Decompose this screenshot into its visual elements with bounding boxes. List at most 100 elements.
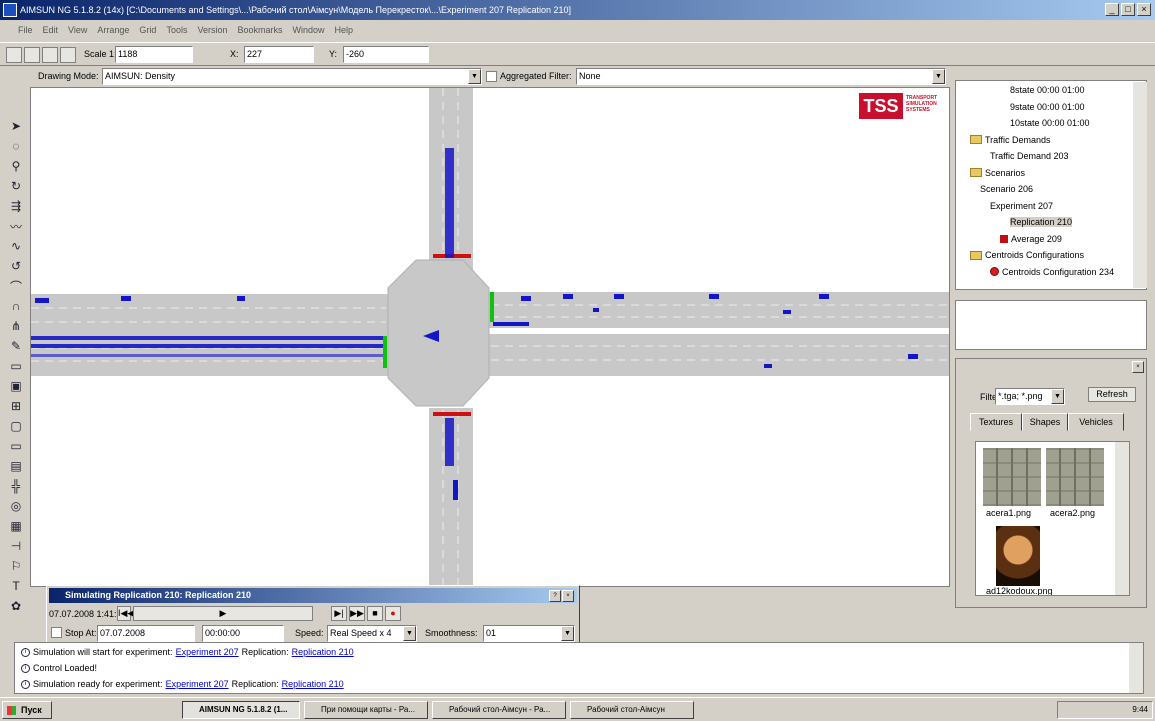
frame-icon[interactable]: ▭ [7, 437, 25, 455]
aggregated-filter-select[interactable]: None ▼ [576, 68, 946, 85]
tree-item[interactable]: 10state 00:00 01:00 [1010, 118, 1090, 128]
centroid-icon[interactable]: ▢ [7, 417, 25, 435]
help-icon[interactable]: ? [549, 590, 561, 602]
tree-item[interactable]: Scenario 206 [980, 184, 1033, 194]
tree-item[interactable]: Scenarios [970, 168, 1025, 178]
circle-tool-icon[interactable]: ◎ [7, 497, 25, 515]
smoothness-select[interactable]: 01 ▼ [483, 625, 575, 642]
texture-thumbnail[interactable] [983, 448, 1041, 506]
tree-item[interactable]: 8state 00:00 01:00 [1010, 85, 1085, 95]
close-icon[interactable]: × [1132, 361, 1144, 373]
junction-icon[interactable]: ╬ [7, 477, 25, 495]
chevron-down-icon[interactable]: ▼ [468, 69, 481, 84]
stop-at-checkbox[interactable] [51, 627, 62, 638]
texture-thumbnail[interactable] [996, 526, 1040, 586]
start-button[interactable]: Пуск [2, 701, 52, 719]
menu-item[interactable]: Edit [43, 25, 59, 35]
task-folder[interactable]: Рабочий стол-Аімсун [570, 701, 694, 719]
tree-item[interactable]: Experiment 207 [990, 201, 1053, 211]
refresh-button[interactable]: Refresh [1088, 387, 1136, 402]
chevron-down-icon[interactable]: ▼ [403, 626, 416, 641]
textures-list[interactable]: acera1.png acera2.png ad12kodoux.png [975, 441, 1130, 596]
chevron-down-icon[interactable]: ▼ [932, 69, 945, 84]
split-icon[interactable]: ⊣ [7, 537, 25, 555]
task-document-2[interactable]: Рабочий стол-Аімсун - Ра... [432, 701, 566, 719]
network-canvas[interactable]: TSS TRANSPORT SIMULATION SYSTEMS [30, 87, 950, 587]
tree-item[interactable]: Centroids Configuration 234 [990, 267, 1114, 277]
curve-icon[interactable]: ∿ [7, 237, 25, 255]
polyline-icon[interactable]: 〰 [7, 217, 25, 235]
close-button[interactable]: × [1137, 3, 1151, 16]
picture-tool-icon[interactable]: ✿ [7, 597, 25, 615]
vms-icon[interactable]: ⚐ [7, 557, 25, 575]
menu-item[interactable]: Window [293, 25, 325, 35]
experiment-link[interactable]: Experiment 207 [166, 679, 229, 689]
replication-link[interactable]: Replication 210 [282, 679, 344, 689]
tab-textures[interactable]: Textures [970, 413, 1022, 431]
rectangle-icon[interactable]: ▭ [7, 357, 25, 375]
tree-item[interactable]: Traffic Demand 203 [990, 151, 1069, 161]
project-tree[interactable]: 8state 00:00 01:00 9state 00:00 01:00 10st… [955, 80, 1147, 290]
rewind-button[interactable]: I◀◀ [117, 606, 134, 621]
node-tool-icon[interactable]: ⋔ [7, 317, 25, 335]
fast-forward-button[interactable]: ▶▶ [349, 606, 365, 621]
menu-item[interactable]: Grid [139, 25, 156, 35]
menu-item[interactable]: Tools [166, 25, 187, 35]
tree-item[interactable]: 9state 00:00 01:00 [1010, 102, 1085, 112]
print-icon[interactable] [42, 47, 58, 63]
signal-icon[interactable]: ⊞ [7, 397, 25, 415]
task-document-1[interactable]: При помощи карты - Ра... [304, 701, 428, 719]
filter-select[interactable]: *.tga; *.png ▼ [995, 388, 1065, 405]
y-field[interactable]: -260 [343, 46, 429, 63]
drawing-mode-select[interactable]: AIMSUN: Density ▼ [102, 68, 482, 85]
menu-item[interactable]: Help [335, 25, 354, 35]
zoom-icon[interactable]: ⚲ [7, 157, 25, 175]
tree-scrollbar[interactable] [1133, 82, 1147, 288]
task-aimsun[interactable]: AIMSUN NG 5.1.8.2 (1... [182, 701, 300, 719]
select-arrow-icon[interactable]: ➤ [7, 117, 25, 135]
detector-icon[interactable]: ▣ [7, 377, 25, 395]
experiment-link[interactable]: Experiment 207 [176, 647, 239, 657]
close-icon[interactable]: × [562, 590, 574, 602]
save-icon[interactable] [24, 47, 40, 63]
chevron-down-icon[interactable]: ▼ [1051, 389, 1064, 404]
x-field[interactable]: 227 [244, 46, 314, 63]
tab-vehicles[interactable]: Vehicles [1068, 413, 1124, 431]
speed-select[interactable]: Real Speed x 4 ▼ [327, 625, 417, 642]
textures-scrollbar[interactable] [1115, 442, 1129, 595]
minimize-button[interactable]: _ [1105, 3, 1119, 16]
replication-link[interactable]: Replication 210 [292, 647, 354, 657]
stop-date-field[interactable]: 07.07.2008 [97, 625, 195, 642]
stop-time-field[interactable]: 00:00:00 [202, 625, 284, 642]
tree-item[interactable]: Replication 210 [1010, 217, 1073, 227]
texture-thumbnail[interactable] [1046, 448, 1104, 506]
meter-icon[interactable]: ▤ [7, 457, 25, 475]
lasso-icon[interactable]: ◌ [7, 137, 25, 155]
help-pointer-icon[interactable] [60, 47, 76, 63]
play-button[interactable]: ▶ [133, 606, 313, 621]
pen-icon[interactable]: ✎ [7, 337, 25, 355]
text-tool-icon[interactable]: T [7, 577, 25, 595]
menu-item[interactable]: Version [197, 25, 227, 35]
stop-button[interactable]: ■ [367, 606, 383, 621]
scale-field[interactable]: 1188 [115, 46, 193, 63]
new-file-icon[interactable] [6, 47, 22, 63]
menu-item[interactable]: Arrange [97, 25, 129, 35]
record-button[interactable]: ● [385, 606, 401, 621]
menu-item[interactable]: Bookmarks [237, 25, 282, 35]
menu-item[interactable]: View [68, 25, 87, 35]
maximize-button[interactable]: □ [1121, 3, 1135, 16]
arch-icon[interactable]: ∩ [7, 297, 25, 315]
tree-item[interactable]: Centroids Configurations [970, 250, 1084, 260]
turn-tool-icon[interactable]: ↺ [7, 257, 25, 275]
arc-icon[interactable]: ⌒ [7, 277, 25, 295]
chevron-down-icon[interactable]: ▼ [561, 626, 574, 641]
section-tool-icon[interactable]: ⇶ [7, 197, 25, 215]
tab-shapes[interactable]: Shapes [1022, 413, 1068, 431]
tree-item[interactable]: Average 209 [1000, 234, 1062, 244]
menu-item[interactable]: File [18, 25, 33, 35]
tree-item[interactable]: Traffic Demands [970, 135, 1051, 145]
step-button[interactable]: ▶| [331, 606, 347, 621]
grid-tool-icon[interactable]: ▦ [7, 517, 25, 535]
rotate-icon[interactable]: ↻ [7, 177, 25, 195]
